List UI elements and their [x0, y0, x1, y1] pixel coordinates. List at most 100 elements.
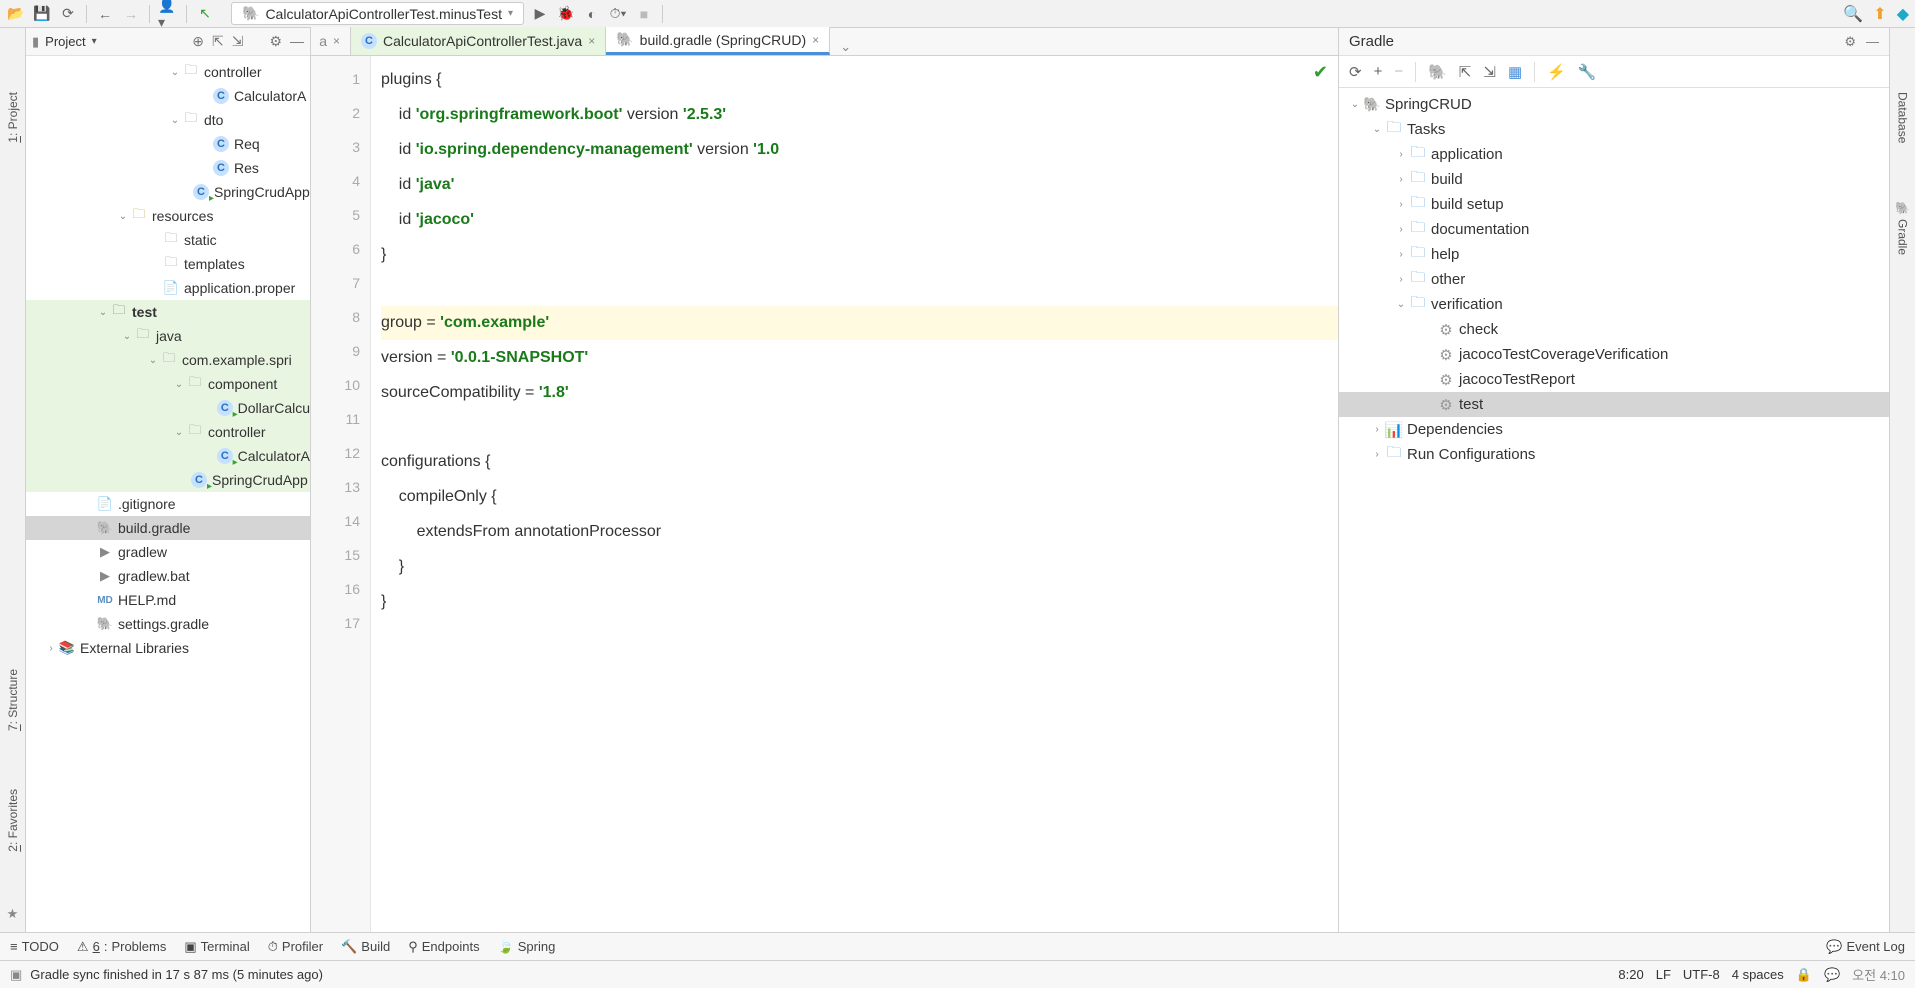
tab-buildgradle[interactable]: 🐘build.gradle (SpringCRUD)×: [606, 27, 830, 55]
problems-button[interactable]: ⚠6: Problems: [77, 939, 166, 955]
cursor-position[interactable]: 8:20: [1618, 967, 1643, 982]
select-opened-icon[interactable]: ⊕: [192, 33, 204, 50]
run-config-selector[interactable]: 🐘 CalculatorApiControllerTest.minusTest …: [231, 2, 524, 25]
add-icon[interactable]: +: [1374, 63, 1383, 80]
tree-item[interactable]: ▶gradlew: [26, 540, 310, 564]
tree-item[interactable]: CCalculatorA: [26, 84, 310, 108]
gradle-item[interactable]: ›🗀build: [1339, 167, 1889, 192]
gradle-item[interactable]: ⌄🗀Tasks: [1339, 117, 1889, 142]
tree-item[interactable]: ⌄🗀controller: [26, 420, 310, 444]
close-icon[interactable]: ×: [588, 34, 595, 48]
tree-item[interactable]: CSpringCrudApp: [26, 180, 310, 204]
terminal-button[interactable]: ▣Terminal: [184, 939, 249, 955]
gradle-item[interactable]: ›🗀application: [1339, 142, 1889, 167]
gradle-item[interactable]: ⌄🗀verification: [1339, 292, 1889, 317]
rail-database[interactable]: Database: [1894, 88, 1912, 147]
sync-icon[interactable]: ⟳: [58, 4, 78, 24]
collapse-icon[interactable]: ⇲: [232, 33, 244, 50]
gradle-task[interactable]: ⚙jacocoTestReport: [1339, 367, 1889, 392]
forward-icon[interactable]: →: [121, 4, 141, 24]
back-icon[interactable]: ←: [95, 4, 115, 24]
chevron-down-icon[interactable]: ⌄: [840, 39, 851, 55]
prev-icon[interactable]: ↖: [195, 4, 215, 24]
tree-item[interactable]: ⌄🗀component: [26, 372, 310, 396]
rail-structure[interactable]: 7: Structure: [4, 665, 22, 735]
profile-icon[interactable]: ⏱▾: [608, 4, 628, 24]
coverage-icon[interactable]: ◐: [582, 4, 602, 24]
close-icon[interactable]: ×: [333, 34, 340, 48]
tree-item[interactable]: CSpringCrudApp: [26, 468, 310, 492]
tree-item[interactable]: 🗀static: [26, 228, 310, 252]
gear-icon[interactable]: ⚙: [269, 33, 282, 50]
bookmark-icon[interactable]: ★: [7, 906, 19, 922]
save-icon[interactable]: 💾: [32, 4, 52, 24]
open-icon[interactable]: 📂: [6, 4, 26, 24]
collapse-icon[interactable]: ⇲: [1483, 63, 1496, 81]
tab-partial[interactable]: a×: [311, 27, 351, 55]
expand-icon[interactable]: ⇱: [1459, 63, 1472, 81]
tree-item[interactable]: CCalculatorA: [26, 444, 310, 468]
tree-item[interactable]: ⌄🗀com.example.spri: [26, 348, 310, 372]
notifications-icon[interactable]: 💬: [1824, 967, 1840, 983]
gradle-task[interactable]: ⚙jacocoTestCoverageVerification: [1339, 342, 1889, 367]
indent[interactable]: 4 spaces: [1732, 967, 1784, 982]
show-icon[interactable]: ▦: [1508, 63, 1522, 81]
stop-icon[interactable]: ■: [634, 4, 654, 24]
tree-item[interactable]: CRes: [26, 156, 310, 180]
gradle-item[interactable]: ›🗀documentation: [1339, 217, 1889, 242]
eventlog-button[interactable]: 💬Event Log: [1826, 939, 1905, 955]
line-separator[interactable]: LF: [1656, 967, 1671, 982]
minimize-icon[interactable]: —: [290, 33, 304, 50]
minimize-icon[interactable]: —: [1866, 34, 1879, 50]
endpoints-button[interactable]: ⚲Endpoints: [408, 939, 479, 955]
gradle-item[interactable]: ⌄🐘SpringCRUD: [1339, 92, 1889, 117]
run-icon[interactable]: ▶: [530, 4, 550, 24]
update-icon[interactable]: ⬆: [1873, 4, 1886, 24]
profiler-button[interactable]: ⏱Profiler: [268, 939, 323, 955]
code-content[interactable]: plugins { id 'org.springframework.boot' …: [371, 56, 1338, 932]
remove-icon[interactable]: −: [1394, 63, 1403, 80]
rail-gradle[interactable]: 🐘 Gradle: [1894, 197, 1912, 259]
gradle-item[interactable]: ›🗀other: [1339, 267, 1889, 292]
tree-item-test[interactable]: ⌄🗀test: [26, 300, 310, 324]
user-icon[interactable]: 👤▾: [158, 4, 178, 24]
tree-item[interactable]: ⌄🗀java: [26, 324, 310, 348]
chevron-down-icon[interactable]: ▾: [92, 36, 97, 47]
tab-calculatortest[interactable]: CCalculatorApiControllerTest.java×: [351, 27, 606, 55]
rail-favorites[interactable]: 2: Favorites: [4, 785, 22, 856]
gradle-item[interactable]: ›📊Dependencies: [1339, 417, 1889, 442]
gradle-task-test[interactable]: ⚙test: [1339, 392, 1889, 417]
tree-item[interactable]: 📄.gitignore: [26, 492, 310, 516]
close-icon[interactable]: ×: [812, 33, 819, 47]
tree-item[interactable]: MDHELP.md: [26, 588, 310, 612]
elephant-icon[interactable]: 🐘: [1428, 63, 1447, 81]
tree-item[interactable]: CDollarCalcu: [26, 396, 310, 420]
window-icon[interactable]: ▣: [10, 967, 22, 983]
gradle-item[interactable]: ›🗀build setup: [1339, 192, 1889, 217]
todo-button[interactable]: ≡TODO: [10, 939, 59, 954]
tree-item[interactable]: ▶gradlew.bat: [26, 564, 310, 588]
encoding[interactable]: UTF-8: [1683, 967, 1720, 982]
tree-item[interactable]: 🐘settings.gradle: [26, 612, 310, 636]
expand-icon[interactable]: ⇱: [212, 33, 224, 50]
build-button[interactable]: 🔨Build: [341, 939, 390, 955]
tree-item[interactable]: CReq: [26, 132, 310, 156]
code-area[interactable]: ✔ 1234567891011121314151617 plugins { id…: [311, 56, 1338, 932]
gradle-item[interactable]: ›🗀help: [1339, 242, 1889, 267]
reload-icon[interactable]: ⟳: [1349, 63, 1362, 81]
tree-item[interactable]: ⌄🗀controller: [26, 60, 310, 84]
offline-icon[interactable]: ⚡: [1547, 63, 1566, 81]
wrench-icon[interactable]: 🔧: [1578, 63, 1597, 81]
tree-item-buildgradle[interactable]: 🐘build.gradle: [26, 516, 310, 540]
search-icon[interactable]: 🔍: [1843, 4, 1863, 24]
gear-icon[interactable]: ⚙: [1844, 34, 1856, 50]
jetbrains-icon[interactable]: ◆: [1897, 4, 1909, 24]
tree-item[interactable]: 📄application.proper: [26, 276, 310, 300]
debug-icon[interactable]: 🐞: [556, 4, 576, 24]
gradle-item[interactable]: ›🗀Run Configurations: [1339, 442, 1889, 467]
gradle-task[interactable]: ⚙check: [1339, 317, 1889, 342]
tree-item[interactable]: 🗀templates: [26, 252, 310, 276]
rail-project[interactable]: 1: Project: [4, 88, 22, 147]
tree-item[interactable]: ⌄🗀resources: [26, 204, 310, 228]
lock-icon[interactable]: 🔒: [1796, 967, 1812, 983]
